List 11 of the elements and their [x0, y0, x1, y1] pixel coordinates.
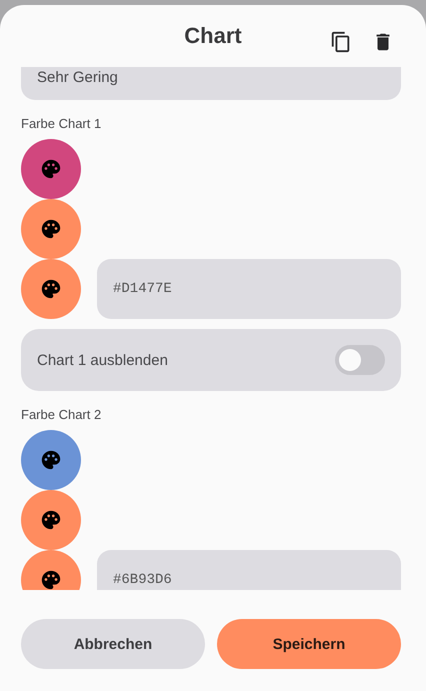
toggle-label: Chart 1 ausblenden [37, 352, 168, 368]
section-label: Farbe Chart 2 [21, 407, 102, 422]
hex-input-field[interactable]: #D1477E [97, 259, 401, 319]
cancel-button[interactable]: Abbrechen [21, 619, 205, 669]
dialog-title: Chart [184, 23, 242, 49]
section-label: Farbe Chart 1 [21, 116, 102, 131]
hex-input-field[interactable]: #6B93D6 [97, 550, 401, 590]
select-field[interactable]: Sehr Gering [21, 67, 401, 100]
copy-icon[interactable] [330, 31, 352, 53]
save-button[interactable]: Speichern [217, 619, 401, 669]
toggle-switch[interactable] [335, 345, 385, 375]
